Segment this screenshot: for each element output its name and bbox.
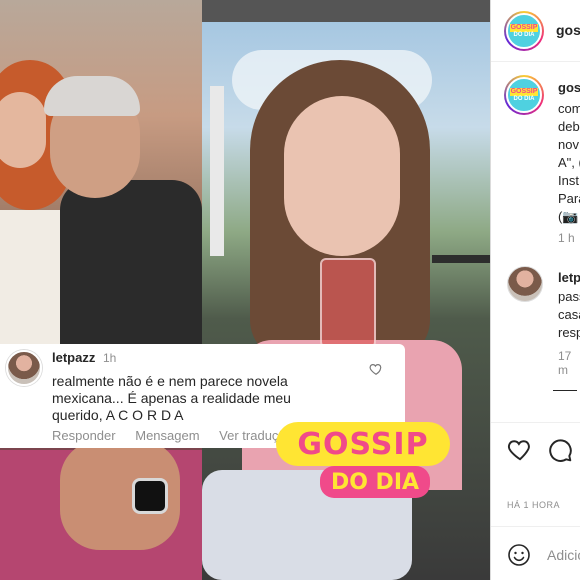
avatar-logo-line2: DO DIA — [513, 95, 535, 102]
caption-line: nov — [558, 137, 579, 152]
post-sidebar: GOSSIP DO DIA goss GOSSIP DO DIA gossi c… — [490, 0, 580, 580]
logo-line2: DO DIA — [330, 470, 420, 495]
reply-link: Responder — [52, 428, 116, 443]
caption-line: com — [558, 101, 580, 116]
gossip-do-dia-logo: GOSSIP DO DIA — [276, 422, 452, 500]
comment-line: pass — [558, 289, 580, 304]
avatar-logo-line1: GOSSIP — [509, 23, 539, 32]
man-shirt — [60, 180, 202, 350]
comment-time: 1h — [102, 351, 117, 365]
heart-outline-icon — [369, 362, 383, 376]
commenter-avatar — [6, 350, 42, 386]
like-heart-icon[interactable] — [507, 437, 533, 463]
awning — [202, 0, 490, 22]
comment-bubble-icon[interactable] — [547, 437, 573, 463]
couple-photo — [0, 0, 202, 580]
caption-line: deb — [558, 119, 580, 134]
comment-time: 17 m — [558, 349, 572, 377]
comment-line: realmente não é e nem parece novela — [52, 373, 288, 389]
profile-avatar[interactable]: GOSSIP DO DIA — [504, 11, 544, 51]
post-image[interactable]: letpazz 1h realmente não é e nem parece … — [0, 0, 490, 580]
caption-line: Inst — [558, 173, 579, 188]
comment-text: pass casa resp — [558, 288, 580, 342]
caption-time: 1 h — [558, 231, 575, 245]
comment-avatar[interactable] — [507, 266, 543, 302]
comment-username[interactable]: letp — [558, 270, 580, 285]
post-date: HÁ 1 HORA — [507, 500, 561, 510]
action-bar — [491, 422, 580, 472]
caption-line: (📷 — [558, 209, 579, 224]
caption-text: com deb nov A", ( Inst Para (📷 — [558, 100, 580, 226]
caption-line: Para — [558, 191, 580, 206]
post-header: GOSSIP DO DIA goss — [491, 0, 580, 62]
avatar-inner: GOSSIP DO DIA — [506, 13, 542, 49]
avatar-logo-line1: GOSSIP — [509, 87, 539, 96]
comment-line: casa — [558, 307, 580, 322]
woman-face — [284, 96, 400, 256]
add-comment-bar[interactable]: Adicio — [491, 526, 580, 580]
header-username[interactable]: goss — [556, 22, 580, 38]
avatar-logo-line2: DO DIA — [513, 31, 535, 38]
white-pole — [210, 86, 224, 256]
caption-line: A", ( — [558, 155, 580, 170]
caption-username[interactable]: gossi — [558, 80, 580, 95]
woman-face — [0, 92, 46, 168]
caption-avatar[interactable]: GOSSIP DO DIA — [504, 75, 544, 115]
logo-line1: GOSSIP — [297, 427, 429, 462]
wristwatch — [132, 478, 168, 514]
comment-line: resp — [558, 325, 580, 340]
comment-username: letpazz — [52, 350, 96, 365]
man-cap — [44, 76, 140, 116]
comment-line: mexicana... É apenas a realidade meu — [52, 390, 291, 406]
drink-glass — [320, 258, 376, 348]
add-comment-input[interactable]: Adicio — [547, 547, 580, 563]
view-replies-line[interactable] — [553, 390, 577, 391]
avatar-inner: GOSSIP DO DIA — [506, 77, 542, 113]
comment-meta: letpazz 1h — [52, 350, 395, 365]
message-link: Mensagem — [135, 428, 200, 443]
comment-text: realmente não é e nem parece novela mexi… — [52, 373, 395, 424]
emoji-icon[interactable] — [507, 543, 531, 567]
railing — [432, 255, 490, 263]
